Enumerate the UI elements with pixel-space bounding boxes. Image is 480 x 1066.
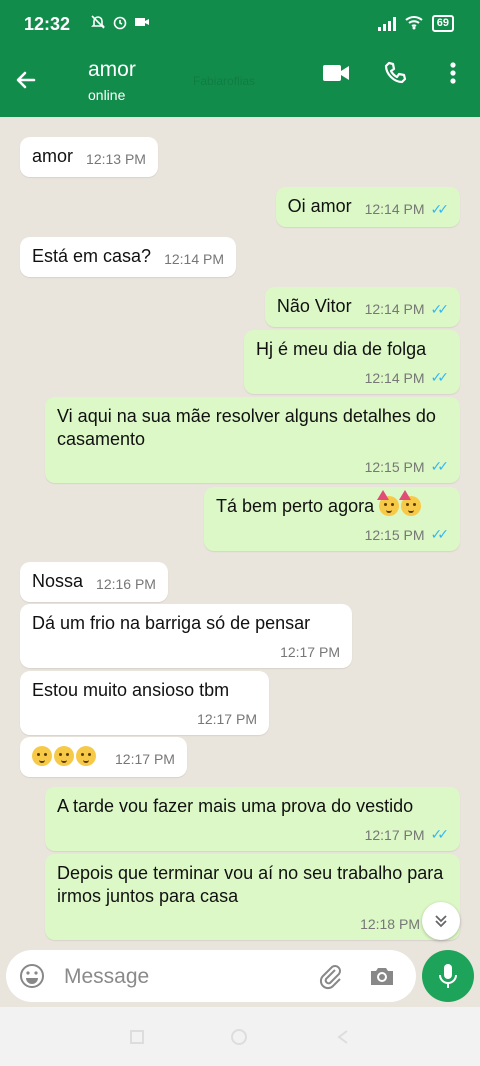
message-bubble-outgoing[interactable]: Vi aqui na sua mãe resolver alguns detal…	[45, 397, 460, 483]
message-time: 12:14 PM	[364, 301, 425, 317]
voice-message-button[interactable]	[422, 950, 474, 1002]
party-face-emoji	[377, 490, 400, 516]
mute-icon	[90, 14, 106, 34]
faded-watermark-text: Fabiaroflias	[193, 74, 256, 88]
message-time: 12:14 PM	[164, 251, 225, 267]
video-call-icon	[323, 65, 349, 81]
wifi-icon	[404, 14, 424, 33]
message-bubble-outgoing[interactable]: Não Vitor 12:14 PM ✓✓	[264, 287, 460, 327]
more-options-icon	[450, 62, 456, 84]
top-bar: 12:32 69 amor online Fabiaroflias	[0, 0, 480, 117]
pleading-face-emoji	[32, 746, 52, 766]
status-time: 12:32	[24, 14, 71, 34]
home-icon	[231, 1029, 247, 1045]
message-bubble-outgoing[interactable]: Oi amor 12:14 PM ✓✓	[275, 187, 460, 227]
message-text: Depois que terminar vou aí no seu trabal…	[57, 863, 444, 906]
message-text: amor	[32, 146, 74, 166]
message-time: 12:17 PM	[280, 644, 340, 660]
message-time: 12:15 PM	[364, 526, 425, 543]
message-time: 12:18 PM	[360, 916, 420, 932]
message-text: Hj é meu dia de folga	[256, 339, 427, 359]
read-ticks-icon: ✓✓	[430, 826, 450, 842]
contact-name[interactable]: amor	[88, 58, 136, 82]
message-bubble-outgoing[interactable]: Tá bem perto agora 12:15 PM ✓✓	[204, 487, 460, 551]
message-bubble-incoming[interactable]: Nossa 12:16 PM	[20, 562, 168, 602]
message-text	[32, 746, 98, 766]
camera-icon[interactable]	[368, 962, 396, 990]
chat-area[interactable]: amor 12:13 PM Oi amor 12:14 PM ✓✓ Está em…	[0, 117, 480, 947]
message-time: 12:17 PM	[197, 711, 257, 727]
message-time: 12:14 PM	[364, 369, 425, 386]
message-text: A tarde vou fazer mais uma prova do vest…	[57, 796, 414, 816]
message-text: Dá um frio na barriga só de pensar	[32, 613, 311, 633]
recent-apps-icon	[130, 1030, 144, 1044]
status-right-icons: 69	[377, 14, 454, 33]
home-button[interactable]	[229, 1027, 249, 1047]
message-text: Estou muito ansioso tbm	[32, 680, 230, 700]
message-bubble-incoming[interactable]: Dá um frio na barriga só de pensar 12:17…	[20, 604, 352, 668]
message-time: 12:17 PM	[115, 751, 175, 767]
scroll-to-bottom-button[interactable]	[422, 902, 460, 940]
read-ticks-icon: ✓✓	[430, 458, 450, 474]
nav-back-icon	[337, 1030, 348, 1044]
message-input-box[interactable]: Message	[6, 950, 416, 1002]
message-text: Nossa	[32, 571, 84, 591]
battery-indicator: 69	[431, 15, 454, 32]
message-bubble-incoming[interactable]: 12:17 PM	[20, 737, 187, 777]
attach-icon[interactable]	[316, 962, 344, 990]
read-ticks-icon: ✓✓	[430, 526, 450, 542]
message-text: Não Vitor	[276, 296, 352, 316]
message-bubble-outgoing[interactable]: A tarde vou fazer mais uma prova do vest…	[45, 787, 460, 851]
video-call-button[interactable]	[321, 58, 351, 88]
back-button[interactable]	[8, 62, 44, 98]
message-time: 12:15 PM	[364, 458, 425, 475]
status-notification-icons	[90, 14, 150, 34]
emoji-icon[interactable]	[18, 962, 46, 990]
more-options-button[interactable]	[438, 58, 468, 88]
video-status-icon	[134, 14, 150, 34]
message-text: Está em casa?	[32, 246, 152, 266]
pleading-face-emoji	[54, 746, 74, 766]
party-face-emoji	[399, 490, 422, 516]
message-input-bar: Message	[0, 947, 480, 1007]
read-ticks-icon: ✓✓	[430, 300, 450, 317]
message-bubble-incoming[interactable]: Estou muito ansioso tbm 12:17 PM	[20, 671, 269, 735]
phone-icon	[384, 61, 407, 84]
system-navigation-bar	[0, 1007, 480, 1066]
message-time: 12:17 PM	[364, 826, 425, 843]
message-bubble-incoming[interactable]: Está em casa? 12:14 PM	[20, 237, 237, 277]
signal-icon	[377, 16, 396, 31]
recent-apps-button[interactable]	[127, 1027, 147, 1047]
scroll-down-icon	[435, 915, 447, 928]
message-input[interactable]: Message	[64, 965, 149, 989]
contact-status: online	[88, 87, 126, 103]
voice-call-button[interactable]	[380, 58, 410, 88]
status-bar: 12:32 69	[0, 0, 480, 50]
message-text: Vi aqui na sua mãe resolver alguns detal…	[57, 406, 436, 449]
message-time: 12:14 PM	[364, 201, 425, 217]
read-ticks-icon: ✓✓	[430, 369, 450, 385]
back-arrow-icon	[16, 71, 36, 89]
message-text: Tá bem perto agora	[216, 490, 448, 518]
message-bubble-incoming[interactable]: amor 12:13 PM	[20, 137, 158, 177]
message-bubble-outgoing[interactable]: Hj é meu dia de folga 12:14 PM ✓✓	[244, 330, 460, 394]
pleading-face-emoji	[76, 746, 96, 766]
message-time: 12:13 PM	[86, 151, 146, 167]
alarm-icon	[112, 14, 128, 34]
read-ticks-icon: ✓✓	[430, 200, 450, 217]
nav-back-button[interactable]	[333, 1027, 353, 1047]
message-text: Oi amor	[287, 196, 352, 216]
message-bubble-outgoing[interactable]: Depois que terminar vou aí no seu trabal…	[45, 854, 460, 940]
mic-icon	[439, 964, 457, 988]
message-time: 12:16 PM	[96, 576, 156, 592]
